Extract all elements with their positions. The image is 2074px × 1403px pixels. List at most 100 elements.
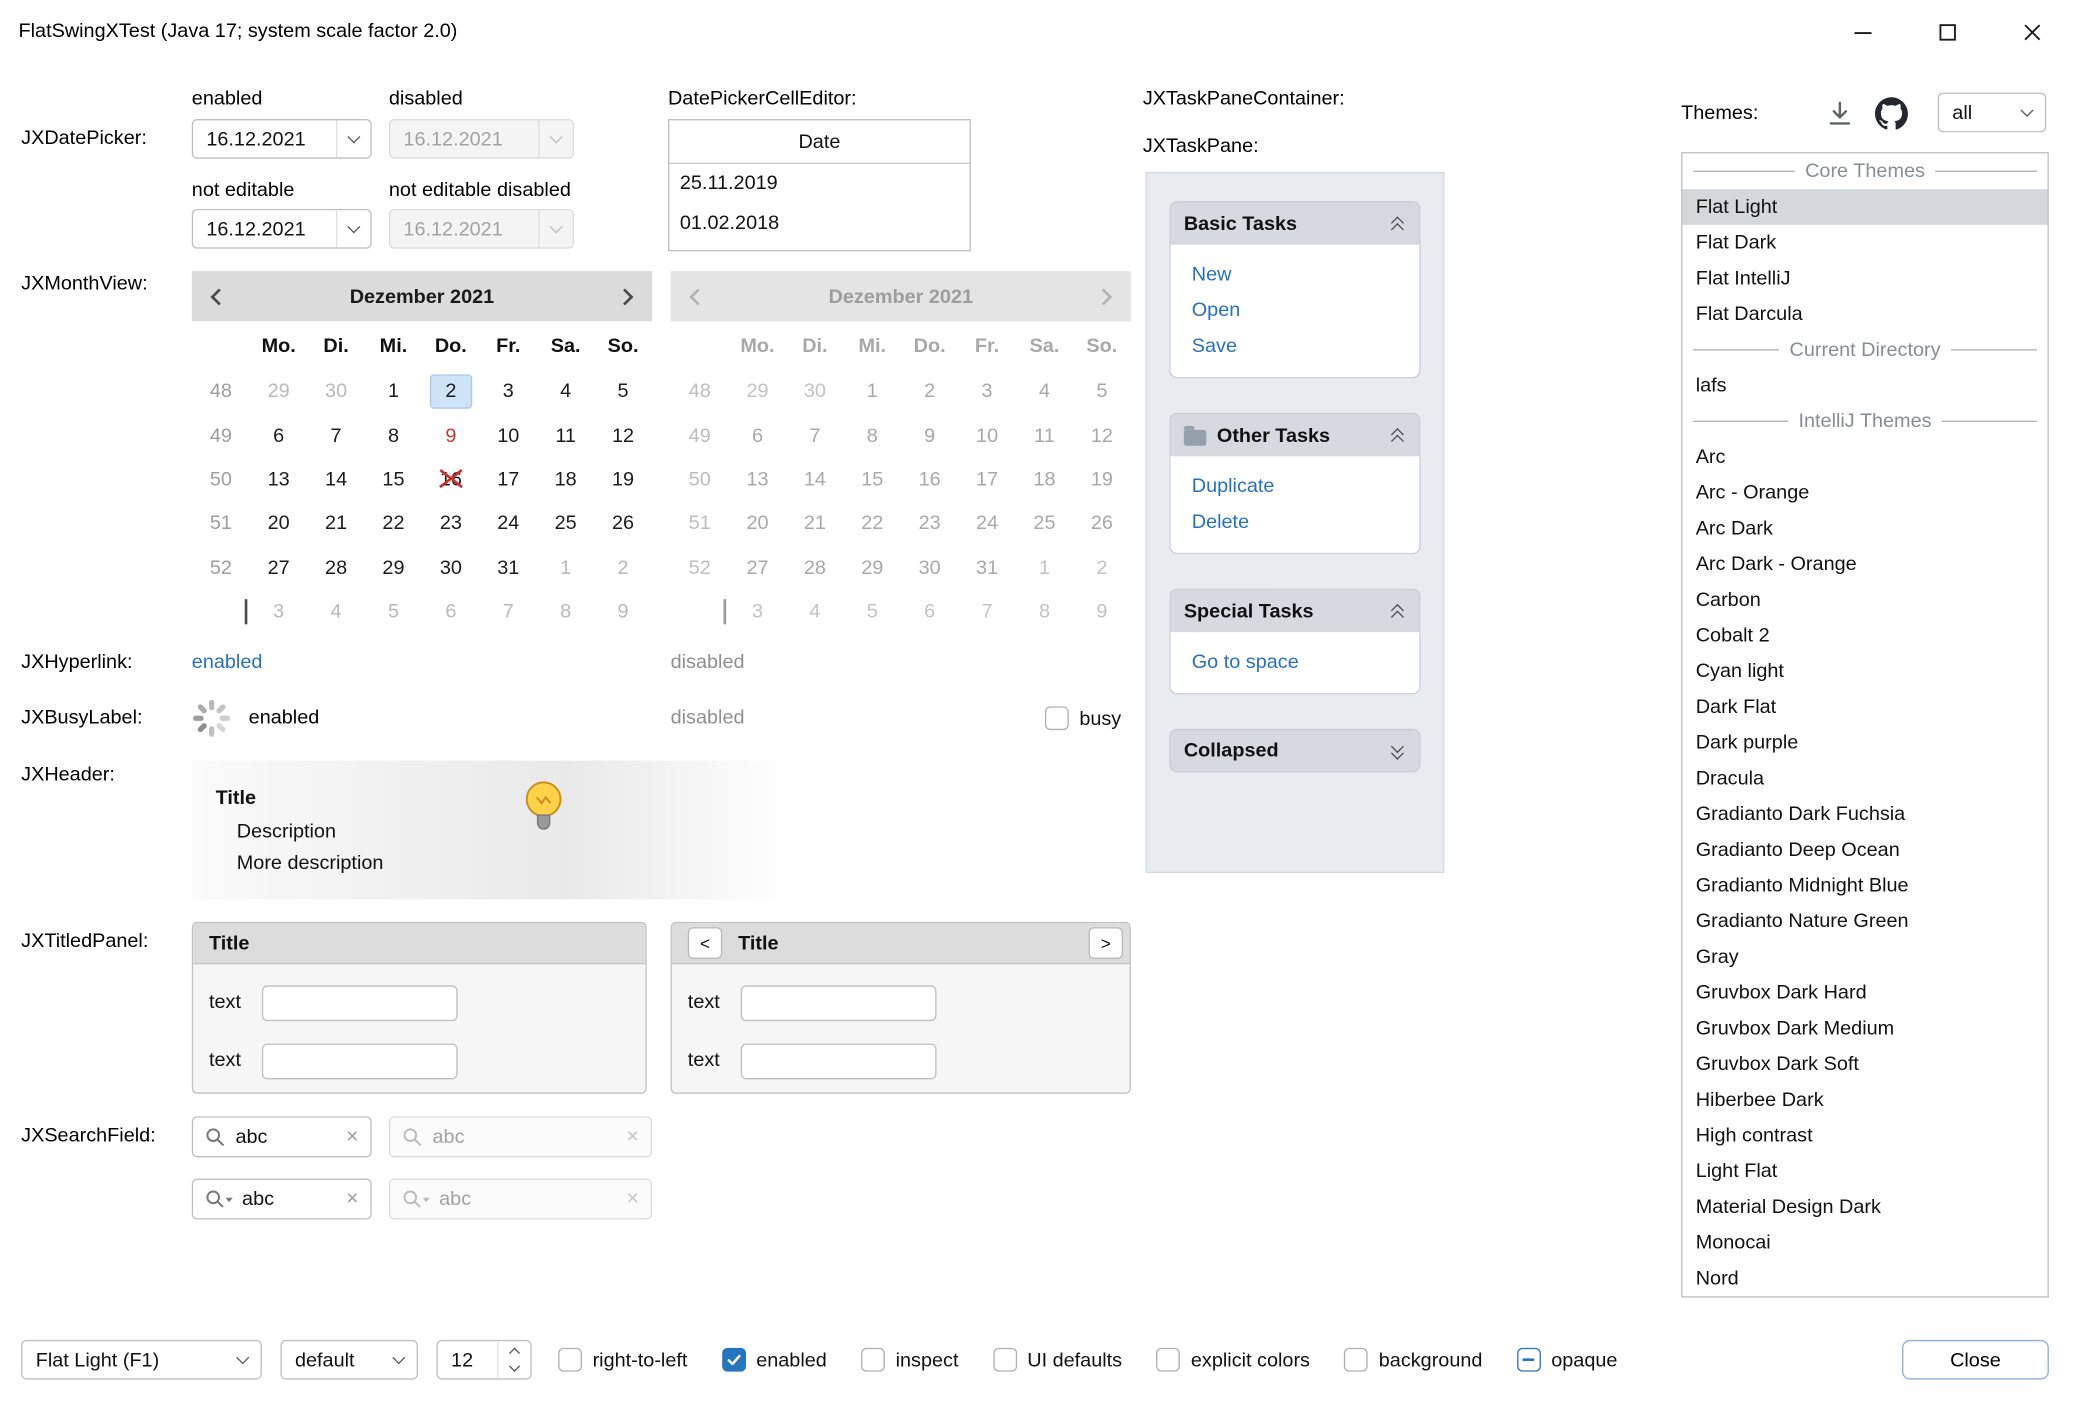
day-cell[interactable]: 29 [250, 369, 307, 413]
day-cell[interactable]: 30 [307, 369, 364, 413]
monthview-enabled[interactable]: Dezember 2021 Mo.Di.Mi.Do.Fr.Sa.So.48293… [192, 271, 652, 634]
theme-item[interactable]: Gruvbox Dark Hard [1682, 975, 2047, 1011]
datepicker-enabled[interactable]: 16.12.2021 [192, 119, 372, 159]
day-cell[interactable]: 20 [250, 502, 307, 546]
day-cell[interactable]: 6 [422, 590, 479, 634]
text-input[interactable] [741, 1044, 937, 1080]
checkbox-box[interactable] [1517, 1348, 1541, 1372]
checkbox-background[interactable]: background [1344, 1348, 1482, 1372]
day-cell[interactable]: 15 [365, 457, 422, 501]
checkbox-box[interactable] [1045, 706, 1069, 730]
theme-item[interactable]: Arc [1682, 439, 2047, 475]
download-button[interactable] [1823, 97, 1857, 131]
font-size-spinner[interactable]: 12 [436, 1340, 531, 1380]
theme-item[interactable]: Gradianto Nature Green [1682, 903, 2047, 939]
day-cell[interactable]: 11 [537, 413, 594, 457]
day-cell[interactable]: 25 [537, 502, 594, 546]
day-cell[interactable]: 29 [365, 546, 422, 590]
theme-item[interactable]: Arc Dark - Orange [1682, 546, 2047, 582]
day-cell[interactable]: 8 [365, 413, 422, 457]
text-input[interactable] [741, 985, 937, 1021]
theme-item[interactable]: Flat IntelliJ [1682, 261, 2047, 297]
theme-item[interactable]: High contrast [1682, 1118, 2047, 1154]
theme-item[interactable]: Gradianto Deep Ocean [1682, 832, 2047, 868]
day-cell[interactable]: 7 [480, 590, 537, 634]
taskpane-link[interactable]: Delete [1192, 511, 1398, 535]
day-cell[interactable]: 30 [422, 546, 479, 590]
datepicker-not-editable[interactable]: 16.12.2021 [192, 209, 372, 249]
day-cell[interactable]: 2 [594, 546, 651, 590]
theme-item[interactable]: Gruvbox Dark Soft [1682, 1046, 2047, 1082]
taskpane-link[interactable]: Duplicate [1192, 475, 1398, 499]
text-input[interactable] [262, 985, 458, 1021]
theme-item[interactable]: Nord [1682, 1261, 2047, 1297]
theme-item[interactable]: Dark Flat [1682, 689, 2047, 725]
checkbox-box[interactable] [993, 1348, 1017, 1372]
day-cell[interactable]: 31 [480, 546, 537, 590]
theme-item[interactable]: Flat Darcula [1682, 296, 2047, 332]
search-field-enabled[interactable]: abc × [192, 1116, 372, 1157]
day-cell[interactable]: 8 [537, 590, 594, 634]
panel-left-button[interactable]: < [688, 927, 722, 959]
theme-item[interactable]: Arc Dark [1682, 511, 2047, 547]
themes-filter-combo[interactable]: all [1938, 93, 2046, 133]
checkbox-box[interactable] [1344, 1348, 1368, 1372]
day-cell[interactable]: 4 [537, 369, 594, 413]
taskpane-header[interactable]: Basic Tasks [1169, 201, 1420, 245]
day-cell[interactable]: 9 [422, 413, 479, 457]
day-cell[interactable]: 6 [250, 413, 307, 457]
theme-item[interactable]: Cyan light [1682, 653, 2047, 689]
theme-item[interactable]: Gradianto Dark Fuchsia [1682, 796, 2047, 832]
day-cell[interactable]: 9 [594, 590, 651, 634]
taskpane-link[interactable]: Save [1192, 335, 1398, 359]
theme-item[interactable]: Hiberbee Dark [1682, 1082, 2047, 1118]
day-cell[interactable]: 3 [480, 369, 537, 413]
panel-right-button[interactable]: > [1089, 927, 1123, 959]
github-button[interactable] [1873, 95, 1910, 132]
checkbox-right-to-left[interactable]: right-to-left [558, 1348, 687, 1372]
day-cell[interactable]: 14 [307, 457, 364, 501]
day-cell[interactable]: 16 [422, 457, 479, 501]
hyperlink-enabled[interactable]: enabled [192, 651, 263, 673]
day-cell[interactable]: 12 [594, 413, 651, 457]
checkbox-enabled[interactable]: enabled [722, 1348, 827, 1372]
laf-combo[interactable]: Flat Light (F1) [21, 1340, 262, 1380]
theme-item[interactable]: Gradianto Midnight Blue [1682, 868, 2047, 904]
day-cell[interactable]: 24 [480, 502, 537, 546]
search-field-with-menu[interactable]: abc × [192, 1179, 372, 1220]
busy-checkbox[interactable]: busy [1045, 706, 1121, 730]
theme-item[interactable]: Gray [1682, 939, 2047, 975]
table-row[interactable]: 25.11.2019 [669, 164, 969, 204]
theme-item[interactable]: Material Design Dark [1682, 1189, 2047, 1225]
day-cell[interactable]: 1 [365, 369, 422, 413]
taskpane-header[interactable]: Special Tasks [1169, 589, 1420, 633]
day-cell[interactable]: 18 [537, 457, 594, 501]
datepicker-dropdown-button[interactable] [336, 210, 370, 247]
day-cell[interactable]: 26 [594, 502, 651, 546]
checkbox-explicit-colors[interactable]: explicit colors [1156, 1348, 1309, 1372]
spinner-buttons[interactable] [497, 1341, 530, 1378]
checkbox-box[interactable] [861, 1348, 885, 1372]
theme-list[interactable]: Core ThemesFlat LightFlat DarkFlat Intel… [1681, 152, 2049, 1297]
theme-item[interactable]: Dracula [1682, 761, 2047, 797]
day-cell[interactable]: 19 [594, 457, 651, 501]
checkbox-box[interactable] [1156, 1348, 1180, 1372]
day-cell[interactable]: 27 [250, 546, 307, 590]
theme-item[interactable]: lafs [1682, 368, 2047, 404]
table-row[interactable]: 01.02.2018 [669, 204, 969, 244]
theme-item[interactable]: Light Flat [1682, 1153, 2047, 1189]
day-cell[interactable]: 17 [480, 457, 537, 501]
checkbox-box[interactable] [722, 1348, 746, 1372]
day-cell[interactable]: 21 [307, 502, 364, 546]
day-cell[interactable]: 4 [307, 590, 364, 634]
checkbox-opaque[interactable]: opaque [1517, 1348, 1618, 1372]
maximize-button[interactable] [1905, 0, 1990, 63]
checkbox-box[interactable] [558, 1348, 582, 1372]
theme-item[interactable]: Dark purple [1682, 725, 2047, 761]
day-cell[interactable]: 2 [422, 369, 479, 413]
theme-item[interactable]: Cobalt 2 [1682, 618, 2047, 654]
close-button[interactable]: Close [1902, 1340, 2049, 1380]
day-cell[interactable]: 22 [365, 502, 422, 546]
taskpane-header[interactable]: Other Tasks [1169, 413, 1420, 457]
close-window-button[interactable] [1989, 0, 2074, 63]
